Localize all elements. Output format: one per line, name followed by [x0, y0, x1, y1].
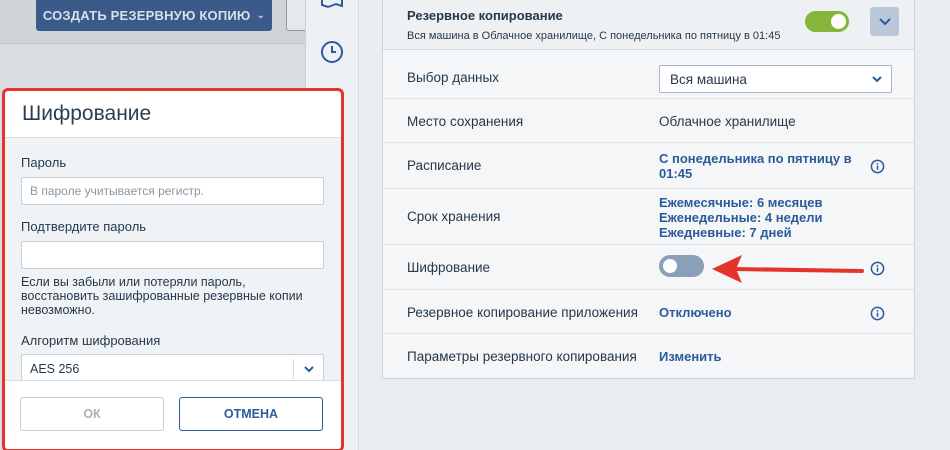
- backup-plan-panel: Резервное копирование Вся машина в Облач…: [382, 0, 915, 379]
- plan-header: Резервное копирование Вся машина в Облач…: [383, 0, 914, 50]
- schedule-label: Расписание: [407, 158, 482, 173]
- backup-options-label: Параметры резервного копирования: [407, 349, 637, 364]
- dialog-body: Пароль Подтвердите пароль Если вы забыли…: [5, 138, 341, 384]
- info-icon[interactable]: [870, 306, 885, 321]
- row-retention: Срок хранения Ежемесячные: 6 месяцев Еже…: [383, 189, 914, 245]
- collapse-button[interactable]: [870, 7, 899, 36]
- confirm-password-input[interactable]: [21, 241, 324, 269]
- retention-link[interactable]: Ежемесячные: 6 месяцев Еженедельные: 4 н…: [659, 195, 823, 240]
- algorithm-label: Алгоритм шифрования: [21, 333, 161, 348]
- create-backup-label: СОЗДАТЬ РЕЗЕРВНУЮ КОПИЮ: [42, 8, 251, 23]
- retention-label: Срок хранения: [407, 209, 501, 224]
- data-selection-select[interactable]: Вся машина: [659, 65, 892, 93]
- info-icon[interactable]: [870, 261, 885, 276]
- algorithm-value: AES 256: [30, 362, 80, 376]
- retention-monthly: Ежемесячные: 6 месяцев: [659, 195, 823, 210]
- cancel-button[interactable]: ОТМЕНА: [179, 397, 323, 431]
- schedule-link[interactable]: С понедельника по пятницу в 01:45: [659, 151, 852, 181]
- red-arrow-annotation: [712, 255, 864, 283]
- app-backup-link[interactable]: Отключено: [659, 305, 732, 320]
- ok-button[interactable]: ОК: [20, 397, 164, 431]
- encryption-dialog: Шифрование Пароль Подтвердите пароль Есл…: [2, 88, 344, 450]
- password-input[interactable]: [21, 177, 324, 205]
- chevron-down-icon: [878, 17, 891, 25]
- background-toolbar: СОЗДАТЬ РЕЗЕРВНУЮ КОПИЮ ⌄: [0, 0, 308, 44]
- info-icon[interactable]: [870, 159, 885, 174]
- app-backup-label: Резервное копирование приложения: [407, 305, 638, 320]
- destination-value: Облачное хранилище: [659, 114, 796, 129]
- chevron-down-icon: ⌄: [256, 10, 266, 21]
- schedule-line-2: 01:45: [659, 166, 693, 181]
- row-schedule: Расписание С понедельника по пятницу в 0…: [383, 143, 914, 189]
- retention-daily: Ежедневные: 7 дней: [659, 225, 792, 240]
- row-destination: Место сохранения Облачное хранилище: [383, 99, 914, 143]
- password-label: Пароль: [21, 155, 67, 170]
- plan-summary: Вся машина в Облачное хранилище, С понед…: [407, 30, 781, 42]
- data-selection-value: Вся машина: [670, 72, 747, 87]
- divider: [293, 359, 294, 379]
- row-backup-options: Параметры резервного копирования Изменит…: [383, 334, 914, 378]
- chevron-down-icon: [872, 76, 882, 83]
- dialog-title: Шифрование: [22, 102, 152, 125]
- toggle-knob: [663, 259, 677, 273]
- data-selection-label: Выбор данных: [407, 70, 499, 85]
- dialog-footer: ОК ОТМЕНА: [5, 380, 341, 449]
- map-icon[interactable]: [320, 0, 344, 10]
- toggle-knob: [831, 14, 846, 29]
- plan-title: Резервное копирование: [407, 8, 563, 23]
- clock-icon[interactable]: [320, 40, 344, 64]
- row-app-backup: Резервное копирование приложения Отключе…: [383, 290, 914, 334]
- password-hint: Если вы забыли или потеряли пароль, восс…: [21, 275, 303, 317]
- schedule-line-1: С понедельника по пятницу в: [659, 151, 852, 166]
- backup-options-link[interactable]: Изменить: [659, 349, 722, 364]
- chevron-down-icon: [304, 366, 314, 373]
- destination-label: Место сохранения: [407, 114, 524, 129]
- confirm-password-label: Подтвердите пароль: [21, 219, 147, 234]
- plan-enabled-toggle[interactable]: [805, 11, 849, 32]
- create-backup-button[interactable]: СОЗДАТЬ РЕЗЕРВНУЮ КОПИЮ ⌄: [36, 0, 272, 31]
- encryption-toggle[interactable]: [659, 255, 704, 277]
- encryption-label: Шифрование: [407, 260, 491, 275]
- retention-weekly: Еженедельные: 4 недели: [659, 210, 823, 225]
